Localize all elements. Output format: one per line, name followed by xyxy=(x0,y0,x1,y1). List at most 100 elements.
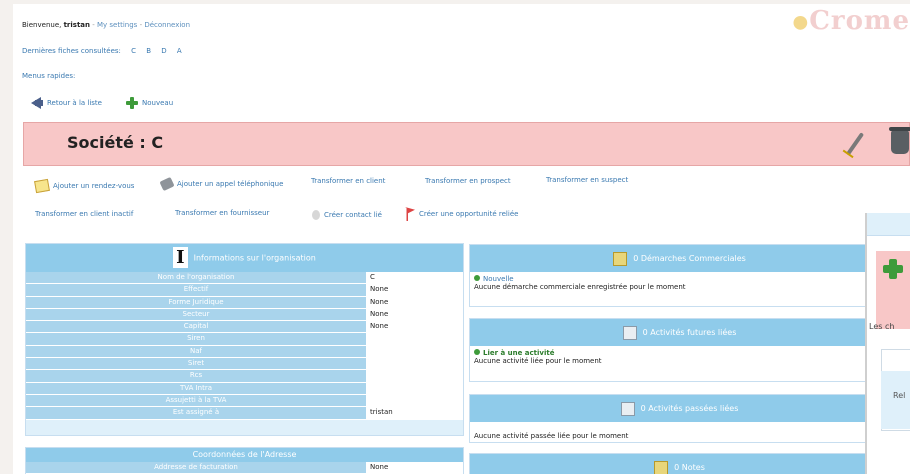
future-activities-empty: Aucune activité liée pour le moment xyxy=(474,357,602,365)
past-activities-header: 0 Activités passées liées xyxy=(470,395,889,422)
info-label: Siret xyxy=(26,358,366,370)
recent-records: Dernières fiches consultées: C B D A xyxy=(22,47,182,55)
info-label: Forme Juridique xyxy=(26,296,366,308)
quick-menus: Menus rapides: xyxy=(22,72,75,80)
info-value xyxy=(366,382,463,394)
past-activities-body: Aucune activité passée liée pour le mome… xyxy=(470,422,889,443)
past-activities-panel: 0 Activités passées liées Aucune activit… xyxy=(469,394,890,443)
create-linked-opportunity[interactable]: Créer une opportunité reliée xyxy=(405,207,518,221)
info-row: Effectif None xyxy=(26,284,463,297)
to-inactive-client[interactable]: Transformer en client inactif xyxy=(35,210,133,218)
address-label: Addresse de facturation xyxy=(26,462,366,474)
recent-item[interactable]: B xyxy=(146,47,151,55)
info-row: Assujetti à la TVA xyxy=(26,394,463,408)
page: ●Crome Bienvenue, tristan - My settings … xyxy=(13,4,910,474)
note-icon xyxy=(654,460,669,474)
plus-icon xyxy=(126,97,138,109)
opportunities-panel: 0 Démarches Commerciales Nouvelle Aucune… xyxy=(469,244,890,307)
info-label: Naf xyxy=(26,345,366,358)
info-label: Nom de l'organisation xyxy=(26,272,366,284)
address-row: Addresse de facturation None xyxy=(26,462,463,474)
to-suspect-label: Transformer en suspect xyxy=(546,176,629,184)
add-call-label: Ajouter un appel téléphonique xyxy=(177,180,284,188)
back-to-list[interactable]: Retour à la liste xyxy=(31,97,102,109)
to-prospect[interactable]: Transformer en prospect xyxy=(425,177,511,185)
recent-item[interactable]: A xyxy=(177,47,182,55)
back-label: Retour à la liste xyxy=(47,99,102,107)
welcome-text: Bienvenue, xyxy=(22,21,64,29)
org-info-panel: I Informations sur l'organisation Nom de … xyxy=(25,243,464,436)
popup-box-header xyxy=(881,371,910,429)
info-value xyxy=(366,370,463,382)
info-row: Est assigné à tristan xyxy=(26,407,463,420)
info-label: TVA Intra xyxy=(26,382,366,394)
logout-link[interactable]: Déconnexion xyxy=(144,21,190,29)
info-row: Siret xyxy=(26,358,463,371)
recent-label: Dernières fiches consultées: xyxy=(22,47,121,55)
info-row: Capital None xyxy=(26,321,463,334)
info-row: Nom de l'organisation C xyxy=(26,272,463,285)
flag-icon xyxy=(405,207,415,221)
info-label: Effectif xyxy=(26,284,366,296)
brand-logo: ●Crome xyxy=(792,6,910,36)
delete-icon[interactable] xyxy=(889,127,910,154)
info-label: Est assigné à xyxy=(26,407,366,419)
user-name: tristan xyxy=(63,21,90,29)
opportunities-body: Nouvelle Aucune démarche commerciale enr… xyxy=(470,272,889,294)
new-opportunity-label: Nouvelle xyxy=(483,275,514,283)
brand-text: Crome xyxy=(809,6,910,36)
edit-icon[interactable] xyxy=(845,132,865,156)
to-client[interactable]: Transformer en client xyxy=(311,177,385,185)
to-supplier[interactable]: Transformer en fournisseur xyxy=(175,209,269,217)
info-value: None xyxy=(366,308,463,321)
info-icon: I xyxy=(173,247,188,268)
info-row: Naf xyxy=(26,345,463,359)
title-bar: Société : C xyxy=(23,122,910,166)
info-row: Forme Juridique None xyxy=(26,296,463,309)
new-button[interactable]: Nouveau xyxy=(126,97,173,109)
address-title: Coordonnées de l'Adresse xyxy=(192,450,297,459)
create-linked-contact[interactable]: Créer contact lié xyxy=(312,210,382,220)
welcome-line: Bienvenue, tristan - My settings - Décon… xyxy=(22,21,190,29)
note-icon xyxy=(34,178,50,194)
info-label: Capital xyxy=(26,321,366,333)
info-value xyxy=(366,394,463,407)
recent-item[interactable]: C xyxy=(131,47,136,55)
recent-item[interactable]: D xyxy=(161,47,166,55)
calendar-icon xyxy=(622,325,637,340)
popup-text: Les ch xyxy=(869,322,895,331)
future-activities-body: Lier à une activité Aucune activité liée… xyxy=(470,346,889,368)
settings-link[interactable]: My settings xyxy=(97,21,137,29)
info-value xyxy=(366,358,463,370)
future-activities-title: 0 Activités futures liées xyxy=(642,328,737,337)
info-row: Secteur None xyxy=(26,308,463,322)
plus-icon[interactable] xyxy=(883,259,903,279)
to-suspect[interactable]: Transformer en suspect xyxy=(546,176,628,184)
to-inactive-client-label: Transformer en client inactif xyxy=(35,210,134,218)
link-activity-link[interactable]: Lier à une activité xyxy=(474,349,885,357)
to-supplier-label: Transformer en fournisseur xyxy=(175,209,270,217)
address-value: None xyxy=(366,462,463,474)
popup-window[interactable]: Les ch Rel xyxy=(865,213,910,474)
popup-header xyxy=(867,213,910,236)
separator: - xyxy=(92,21,95,29)
create-linked-contact-label: Créer contact lié xyxy=(324,211,382,219)
new-opportunity-link[interactable]: Nouvelle xyxy=(474,275,885,283)
past-activities-title: 0 Activités passées liées xyxy=(640,404,739,413)
phone-icon xyxy=(159,176,175,192)
quick-menu-label: Menus rapides: xyxy=(22,72,76,80)
info-label: Assujetti à la TVA xyxy=(26,394,366,407)
info-row: TVA Intra xyxy=(26,382,463,395)
add-call[interactable]: Ajouter un appel téléphonique xyxy=(159,176,284,192)
info-value xyxy=(366,345,463,358)
info-label: Rcs xyxy=(26,370,366,382)
opportunities-title: 0 Démarches Commerciales xyxy=(633,254,746,263)
opportunities-header: 0 Démarches Commerciales xyxy=(470,245,889,272)
info-row: Rcs xyxy=(26,370,463,383)
info-label: Secteur xyxy=(26,308,366,321)
separator: - xyxy=(139,21,143,29)
logo-dot-icon: ● xyxy=(792,11,810,33)
popup-rel-label: Rel xyxy=(893,391,906,400)
add-appointment[interactable]: Ajouter un rendez-vous xyxy=(34,178,134,194)
bell-icon xyxy=(613,251,628,266)
